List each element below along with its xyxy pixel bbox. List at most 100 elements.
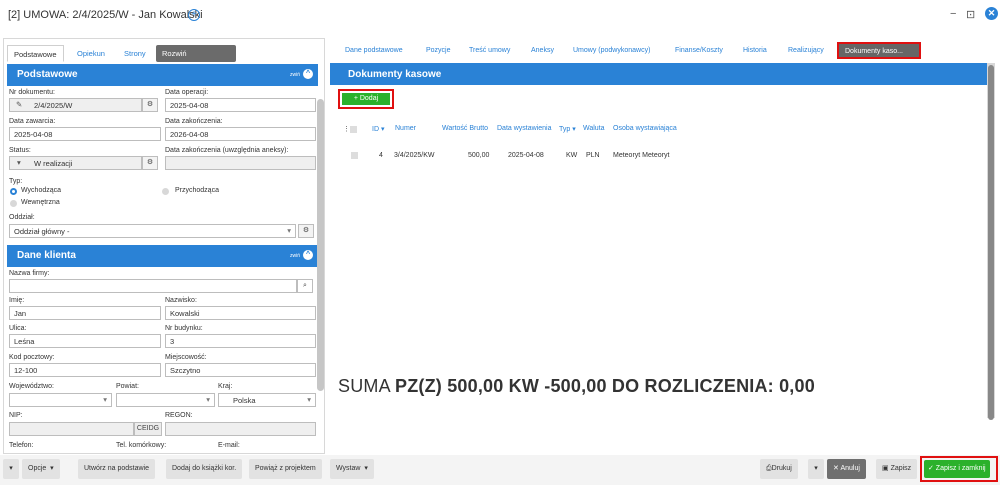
window-title: [2] UMOWA: 2/4/2025/W - Jan Kowalski: [8, 9, 203, 21]
chevron-down-icon[interactable]: ▾: [103, 395, 107, 404]
add-button[interactable]: + Dodaj: [342, 93, 390, 105]
tab-strony[interactable]: Strony: [118, 45, 152, 62]
status-select[interactable]: ▾ W realizacji: [9, 156, 142, 170]
section-basic-header[interactable]: Podstawowe zwiń ^: [7, 64, 318, 86]
radio-przychodzaca-label: Przychodząca: [175, 187, 219, 194]
tab-dane-podstawowe[interactable]: Dane podstawowe: [345, 47, 403, 54]
left-scrollbar[interactable]: [317, 99, 324, 391]
miasto-field[interactable]: Szczytno: [165, 363, 316, 377]
search-icon[interactable]: ⌕: [297, 279, 313, 293]
section-dokumenty-header: Dokumenty kasowe: [330, 63, 988, 85]
op-field[interactable]: 2025-04-08: [165, 98, 316, 112]
collapse-label[interactable]: zwiń: [290, 72, 300, 78]
opcje-label: Opcje: [28, 465, 47, 472]
section-client-header[interactable]: Dane klienta zwiń ^: [7, 245, 318, 267]
nr-budynku-field[interactable]: 3: [165, 334, 316, 348]
chevron-down-icon[interactable]: ▾: [287, 226, 291, 235]
col-wartosc[interactable]: Wartość Brutto: [442, 125, 488, 132]
gear-icon[interactable]: ⚙: [298, 224, 314, 238]
wystaw-button[interactable]: Wystaw ▾: [330, 459, 374, 479]
chevron-down-icon[interactable]: ▾: [17, 158, 21, 167]
tab-historia[interactable]: Historia: [743, 47, 767, 54]
columns-menu-icon[interactable]: ⋮: [343, 125, 350, 133]
dodaj-ksiazki-button[interactable]: Dodaj do książki kor.: [166, 459, 243, 479]
tab-dokumenty-kasowe[interactable]: Dokumenty kaso...: [837, 42, 921, 59]
col-numer[interactable]: Numer: [395, 125, 416, 132]
pencil-icon[interactable]: ✎: [16, 100, 22, 109]
anuluj-button[interactable]: ✕ Anuluj: [827, 459, 866, 479]
col-typ[interactable]: Typ ▾: [559, 125, 576, 133]
kod-field[interactable]: 12-100: [9, 363, 161, 377]
right-scrollbar-thumb[interactable]: [988, 65, 994, 420]
left-panel: Podstawowe Opiekun Strony Rozwiń Podstaw…: [3, 38, 325, 454]
save-close-highlight: ✓ Zapisz i zamknij: [920, 456, 998, 482]
telefon-label: Telefon:: [9, 442, 34, 449]
bottom-toolbar: ▾ Opcje ▾ Utwórz na podstawie Dodaj do k…: [0, 455, 1000, 485]
tab-tresc-umowy[interactable]: Treść umowy: [469, 47, 510, 54]
tab-finanse-koszty[interactable]: Finanse/Koszty: [675, 47, 723, 54]
ulica-field[interactable]: Leśna: [9, 334, 161, 348]
add-highlight: + Dodaj: [338, 89, 394, 109]
woj-select[interactable]: ▾: [9, 393, 112, 407]
tab-opiekun[interactable]: Opiekun: [71, 45, 111, 62]
typ-label: Typ:: [9, 178, 23, 185]
radio-przychodzaca[interactable]: [162, 188, 169, 195]
chevron-up-icon[interactable]: ^: [303, 250, 313, 260]
right-scrollbar[interactable]: [987, 63, 995, 420]
nazwisko-label: Nazwisko:: [165, 297, 197, 304]
status-value: W realizacji: [34, 159, 73, 168]
chevron-down-icon[interactable]: ▾: [808, 459, 824, 479]
save-close-button[interactable]: ✓ Zapisz i zamknij: [924, 460, 990, 478]
collapse-label[interactable]: zwiń: [290, 253, 300, 259]
zak-field[interactable]: 2026-04-08: [165, 127, 316, 141]
firma-field[interactable]: [9, 279, 297, 293]
oddzial-select[interactable]: Oddział główny - ▾: [9, 224, 296, 238]
chevron-down-icon[interactable]: ▾: [206, 395, 210, 404]
radio-wewnetrzna-label: Wewnętrzna: [21, 199, 60, 206]
radio-wewnetrzna[interactable]: [10, 200, 17, 207]
nazwisko-field[interactable]: Kowalski: [165, 306, 316, 320]
powiat-select[interactable]: ▾: [116, 393, 215, 407]
tab-rozwin[interactable]: Rozwiń: [156, 45, 236, 62]
nr-value: 2/4/2025/W: [34, 101, 73, 110]
tab-aneksy[interactable]: Aneksy: [531, 47, 554, 54]
add-icon[interactable]: +: [188, 9, 200, 21]
zapisz-button[interactable]: ▣ Zapisz: [876, 459, 918, 479]
ceidg-button[interactable]: CEIDG: [134, 422, 162, 436]
utworz-button[interactable]: Utwórz na podstawie: [78, 459, 155, 479]
kraj-select[interactable]: Polska ▾: [218, 393, 316, 407]
row-checkbox[interactable]: [351, 152, 358, 159]
nip-field[interactable]: [9, 422, 134, 436]
tab-pozycje[interactable]: Pozycje: [426, 47, 451, 54]
tab-realizujacy[interactable]: Realizujący: [788, 47, 824, 54]
col-osoba[interactable]: Osoba wystawiająca: [613, 125, 677, 132]
minimize-icon[interactable]: −: [950, 8, 956, 20]
imie-field[interactable]: Jan: [9, 306, 161, 320]
powiat-label: Powiat:: [116, 383, 139, 390]
section-basic-title: Podstawowe: [17, 69, 78, 80]
nr-field[interactable]: ✎ 2/4/2025/W: [9, 98, 142, 112]
chevron-down-icon[interactable]: ▾: [3, 459, 19, 479]
regon-field[interactable]: [165, 422, 316, 436]
powiaz-button[interactable]: Powiąż z projektem: [249, 459, 322, 479]
drukuj-button[interactable]: ⎙Drukuj: [760, 459, 798, 479]
ulica-label: Ulica:: [9, 325, 27, 332]
select-all-checkbox[interactable]: [350, 126, 357, 133]
opcje-button[interactable]: Opcje ▾: [22, 459, 60, 479]
kod-label: Kod pocztowy:: [9, 354, 55, 361]
op-label: Data operacji:: [165, 89, 209, 96]
zaw-field[interactable]: 2025-04-08: [9, 127, 161, 141]
col-data[interactable]: Data wystawienia: [497, 125, 551, 132]
tab-podstawowe[interactable]: Podstawowe: [7, 45, 64, 62]
col-id[interactable]: ID ▾: [372, 125, 384, 133]
radio-wychodzaca[interactable]: [10, 188, 17, 195]
chevron-down-icon[interactable]: ▾: [307, 395, 311, 404]
gear-icon[interactable]: ⚙: [142, 98, 158, 112]
col-waluta[interactable]: Waluta: [583, 125, 605, 132]
close-icon[interactable]: ✕: [985, 7, 998, 20]
gear-icon[interactable]: ⚙: [142, 156, 158, 170]
chevron-up-icon[interactable]: ^: [303, 69, 313, 79]
restore-icon[interactable]: ⊡: [966, 8, 975, 21]
cell-numer[interactable]: 3/4/2025/KW: [394, 152, 434, 159]
tab-umowy-podwykonawcy[interactable]: Umowy (podwykonawcy): [573, 47, 650, 54]
